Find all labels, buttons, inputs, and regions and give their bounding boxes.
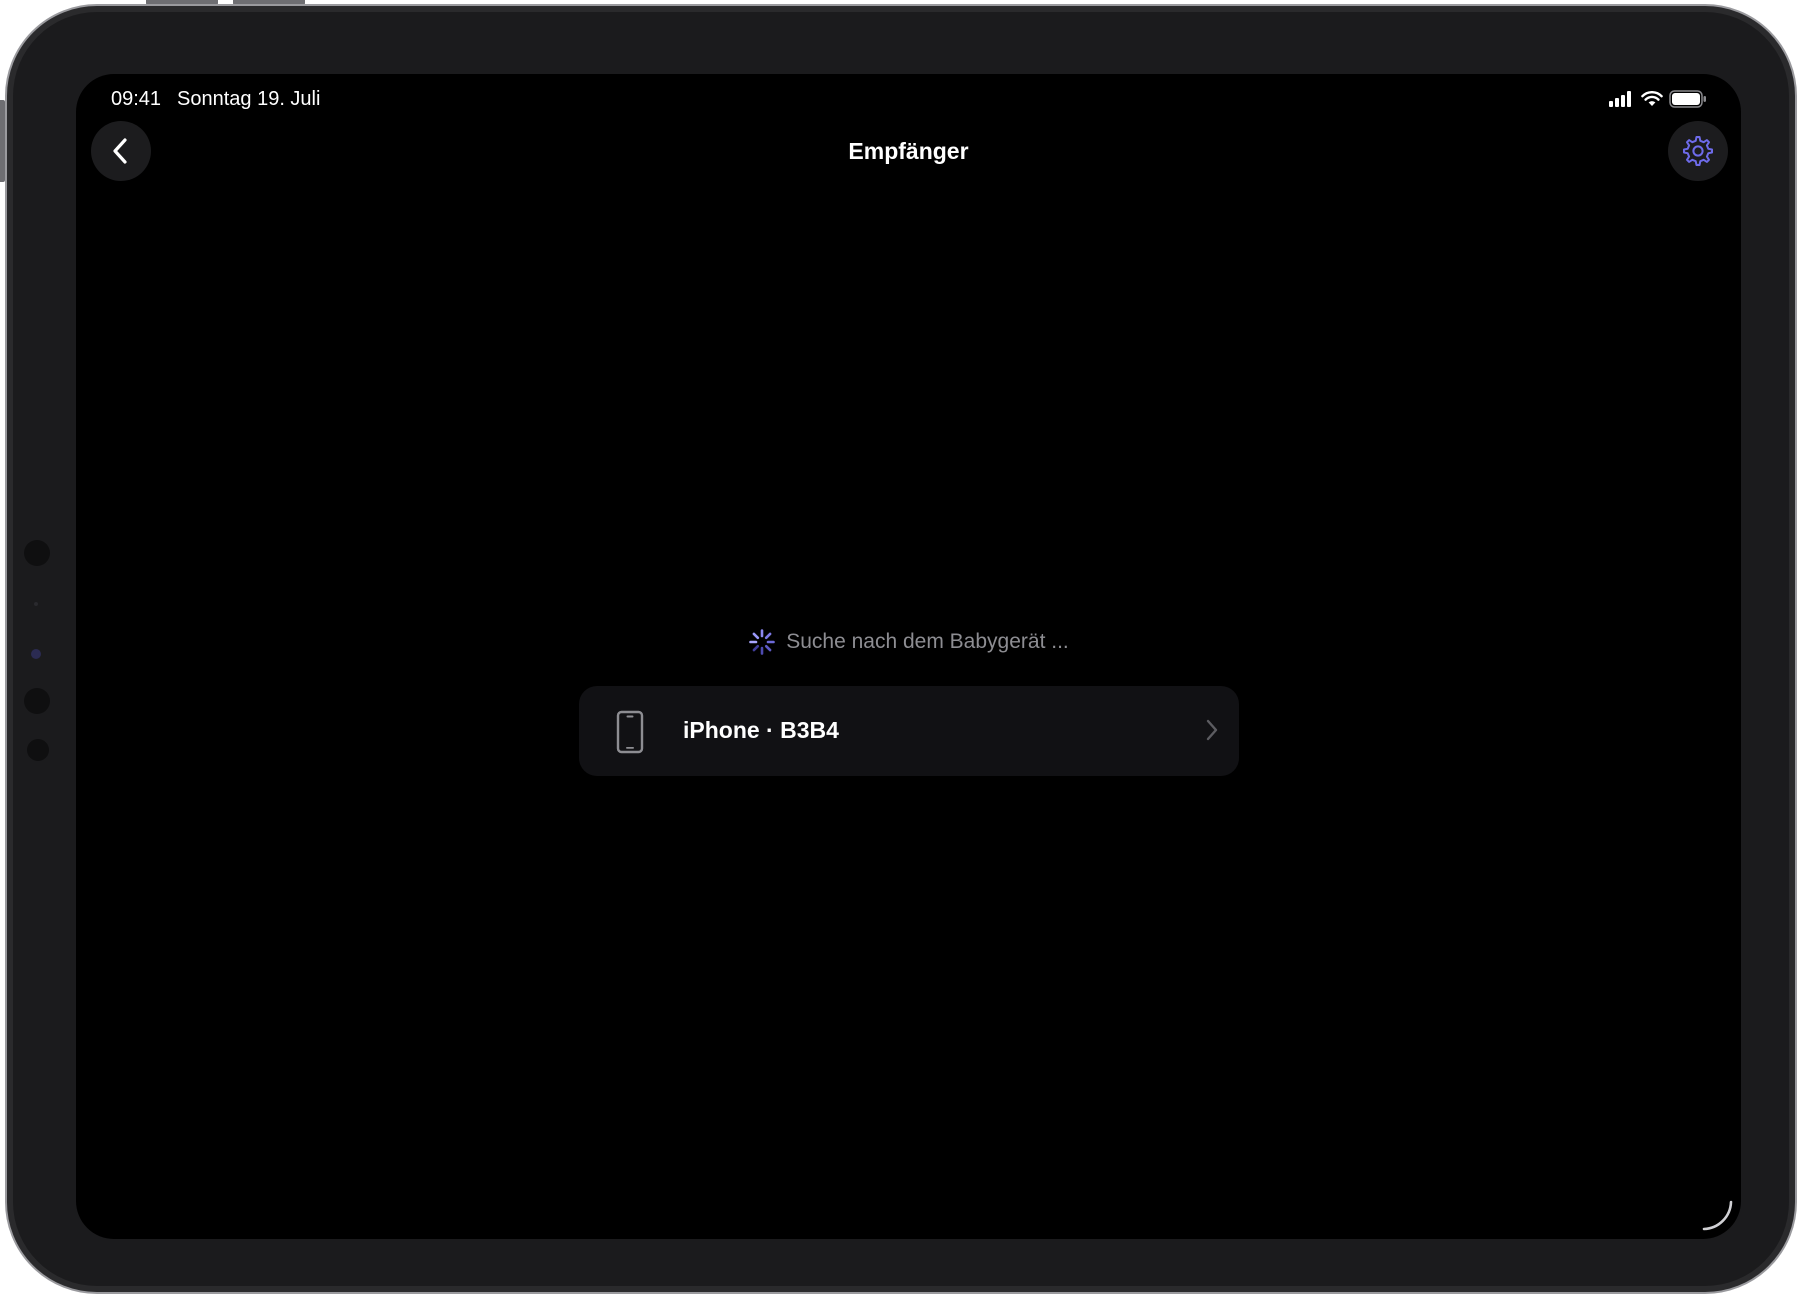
- status-icons: [1609, 90, 1707, 108]
- sensor-dot: [24, 540, 50, 566]
- sensor-dot: [27, 739, 49, 761]
- status-time: 09:41: [111, 88, 162, 110]
- device-name: iPhone · B3B4: [683, 717, 839, 743]
- sensor-dot: [24, 688, 50, 714]
- battery-icon: [1669, 90, 1706, 108]
- screen: 09:41 Sonntag 19. Juli Empfänger Suche n…: [76, 74, 1741, 1239]
- cellular-signal-icon: [1609, 91, 1631, 107]
- corner-indicator: [1702, 1200, 1733, 1231]
- gear-icon: [1683, 136, 1713, 166]
- settings-button[interactable]: [1668, 121, 1728, 181]
- status-date: Sonntag 19. Juli: [177, 88, 321, 110]
- ipad-frame: 09:41 Sonntag 19. Juli Empfänger Suche n…: [0, 0, 1800, 1298]
- device-bezel: 09:41 Sonntag 19. Juli Empfänger Suche n…: [5, 4, 1797, 1294]
- iphone-icon: [616, 710, 644, 754]
- camera-lens: [31, 649, 41, 659]
- sensor-dot: [34, 602, 38, 606]
- chevron-right-icon: [1206, 719, 1218, 741]
- search-status: Suche nach dem Babygerät ...: [76, 628, 1741, 656]
- search-status-text: Suche nach dem Babygerät ...: [786, 630, 1069, 653]
- device-list-item[interactable]: iPhone · B3B4: [579, 686, 1239, 776]
- activity-spinner-icon: [749, 629, 776, 655]
- status-bar: 09:41 Sonntag 19. Juli: [76, 74, 1741, 124]
- wifi-icon: [1641, 91, 1663, 106]
- page-title: Empfänger: [848, 138, 969, 164]
